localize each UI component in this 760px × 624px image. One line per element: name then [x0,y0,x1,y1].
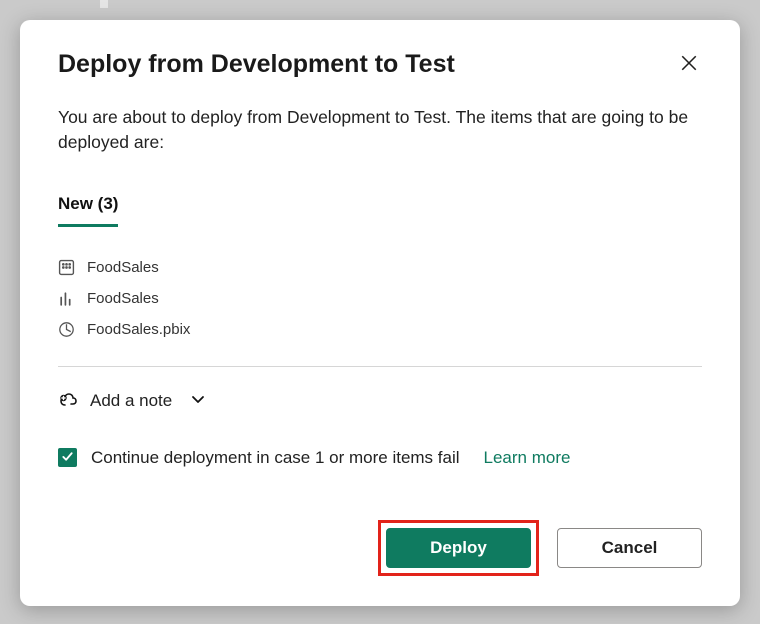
dataset-icon [58,259,75,276]
continue-on-fail-checkbox[interactable] [58,448,77,467]
tabs: New (3) [58,194,702,227]
item-name: FoodSales [87,259,159,276]
item-name: FoodSales.pbix [87,321,190,338]
divider [58,366,702,367]
learn-more-link[interactable]: Learn more [484,448,571,468]
dialog-header: Deploy from Development to Test [58,50,702,79]
continue-on-fail-row: Continue deployment in case 1 or more it… [58,448,702,468]
list-item: FoodSales [58,290,702,307]
deploy-highlight: Deploy [378,520,539,576]
background-text [100,0,108,8]
item-name: FoodSales [87,290,159,307]
dialog-description: You are about to deploy from Development… [58,105,702,156]
dialog-footer: Deploy Cancel [58,520,702,576]
chevron-down-icon [190,391,206,412]
add-note-toggle[interactable]: Add a note [58,391,702,412]
close-button[interactable] [676,50,702,76]
list-item: FoodSales.pbix [58,321,702,338]
deploy-button[interactable]: Deploy [386,528,531,568]
list-item: FoodSales [58,259,702,276]
dialog-title: Deploy from Development to Test [58,50,455,79]
close-icon [680,54,698,72]
add-note-label: Add a note [90,391,172,411]
continue-on-fail-label: Continue deployment in case 1 or more it… [91,448,460,468]
check-icon [61,448,74,468]
tab-new[interactable]: New (3) [58,194,118,227]
deploy-dialog: Deploy from Development to Test You are … [20,20,740,606]
pbix-file-icon [58,321,75,338]
items-list: FoodSales FoodSales FoodSales.pbix [58,259,702,338]
report-icon [58,290,75,307]
add-note-icon [58,391,78,411]
cancel-button[interactable]: Cancel [557,528,702,568]
